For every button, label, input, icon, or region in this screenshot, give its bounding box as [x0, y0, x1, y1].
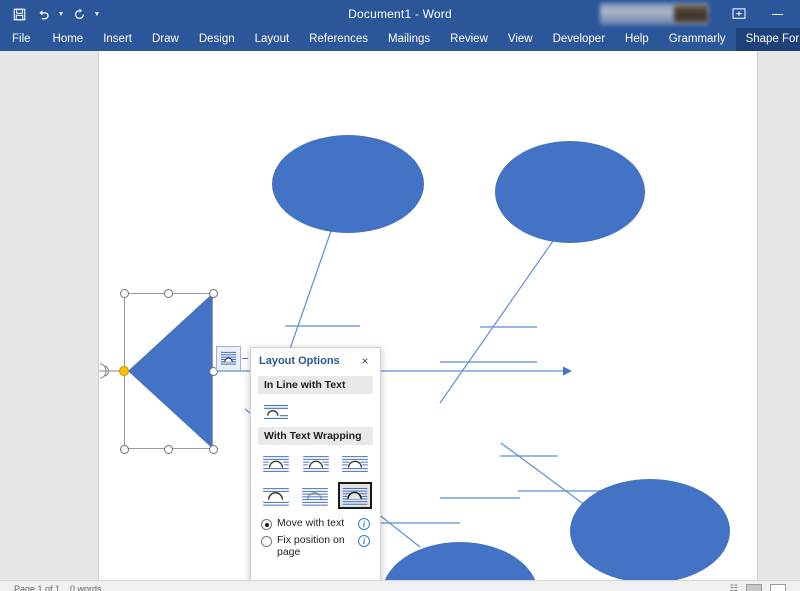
- behind-text-wrap-icon: [302, 487, 329, 506]
- tab-shape-format[interactable]: Shape Format: [735, 28, 800, 51]
- layout-options-panel: Layout Options × In Line with Text With …: [250, 347, 381, 591]
- wrap-option-in-line-with-text[interactable]: [259, 398, 293, 425]
- wrap-option-tight[interactable]: [298, 450, 333, 477]
- ellipse-top-left: [272, 135, 424, 233]
- info-icon-fix-position[interactable]: i: [358, 535, 370, 547]
- ribbon-options-glyph: [732, 8, 746, 19]
- option-fix-position-label: Fix position on page: [277, 534, 345, 558]
- wrap-row-inline: [251, 394, 380, 425]
- handle-bottom-right[interactable]: [208, 444, 218, 454]
- handle-bottom-center[interactable]: [164, 444, 173, 454]
- wrap-option-square[interactable]: [259, 450, 293, 477]
- tab-grammarly[interactable]: Grammarly: [659, 28, 736, 51]
- tab-mailings[interactable]: Mailings: [378, 28, 440, 51]
- handle-top-center[interactable]: [164, 288, 173, 298]
- spine-arrow-head: [563, 366, 572, 376]
- wrap-option-through[interactable]: [338, 450, 373, 477]
- account-avatar-blurred: [674, 5, 708, 23]
- print-layout-icon[interactable]: [746, 583, 762, 591]
- tab-review[interactable]: Review: [440, 28, 498, 51]
- tab-file[interactable]: File: [0, 28, 43, 51]
- shape-adjustment-handle[interactable]: [119, 366, 129, 376]
- tab-help[interactable]: Help: [615, 28, 659, 51]
- section-with-text-wrapping: With Text Wrapping: [258, 427, 373, 445]
- undo-icon[interactable]: [32, 3, 54, 25]
- redo-glyph: [74, 7, 84, 19]
- tab-design[interactable]: Design: [189, 28, 245, 51]
- option-fix-position-on-page[interactable]: Fix position on page i: [261, 534, 380, 558]
- handle-top-left[interactable]: [119, 288, 129, 298]
- through-wrap-icon: [342, 455, 369, 472]
- tab-layout[interactable]: Layout: [245, 28, 300, 51]
- tab-developer[interactable]: Developer: [543, 28, 615, 51]
- radio-move-with-text[interactable]: [261, 519, 272, 530]
- in-line-with-text-icon: [264, 404, 288, 419]
- info-icon-move-with-text[interactable]: i: [358, 518, 370, 530]
- tight-wrap-icon: [302, 455, 329, 472]
- customize-qat-icon[interactable]: ▼: [92, 3, 102, 25]
- redo-icon[interactable]: [68, 3, 90, 25]
- branch-upper-right: [439, 240, 554, 404]
- read-mode-icon[interactable]: ☷: [730, 583, 738, 591]
- handle-top-right[interactable]: [208, 288, 218, 298]
- square-wrap-icon: [262, 455, 289, 472]
- option-move-with-text-label: Move with text: [277, 517, 345, 529]
- section-in-line-with-text: In Line with Text: [258, 376, 373, 394]
- top-and-bottom-wrap-icon: [262, 487, 289, 506]
- tab-insert[interactable]: Insert: [93, 28, 142, 51]
- save-glyph: [13, 8, 25, 20]
- undo-glyph: [38, 9, 49, 19]
- minimize-icon[interactable]: [768, 5, 786, 23]
- document-workspace: Layout Options × In Line with Text With …: [0, 51, 800, 591]
- ribbon-display-options-icon[interactable]: [730, 5, 748, 23]
- tab-references[interactable]: References: [299, 28, 378, 51]
- ribbon-tab-bar: File Home Insert Draw Design Layout Refe…: [0, 28, 800, 51]
- tab-draw[interactable]: Draw: [142, 28, 189, 51]
- title-bar: Document1 - Word ▼ ▼: [0, 0, 800, 28]
- anchor-connector-dash: [242, 358, 248, 359]
- radio-fix-position-on-page[interactable]: [261, 536, 272, 547]
- save-icon[interactable]: [8, 3, 30, 25]
- wrap-option-behind-text[interactable]: [298, 482, 333, 509]
- layout-options-header: Layout Options ×: [251, 348, 380, 374]
- in-front-of-text-wrap-icon: [342, 488, 368, 505]
- web-layout-icon[interactable]: [770, 583, 786, 591]
- word-window: Document1 - Word ▼ ▼ File Home Insert Dr…: [0, 0, 800, 591]
- fishbone-diagram: [99, 135, 730, 591]
- close-icon[interactable]: ×: [358, 355, 372, 367]
- wrap-row-1: [251, 445, 380, 477]
- ellipse-bottom-right: [570, 479, 730, 583]
- status-left: Page 1 of 1 0 words: [14, 584, 102, 591]
- option-move-with-text[interactable]: Move with text i: [261, 517, 380, 530]
- quick-access-toolbar: ▼ ▼: [8, 0, 102, 28]
- status-right: ☷: [730, 583, 786, 591]
- ellipse-top-right: [495, 141, 645, 243]
- layout-options-anchor-button[interactable]: [216, 346, 241, 371]
- panel-title: Layout Options: [259, 355, 340, 367]
- tab-view[interactable]: View: [498, 28, 543, 51]
- wrap-option-top-and-bottom[interactable]: [259, 482, 293, 509]
- wrap-option-in-front-of-text[interactable]: [338, 482, 372, 509]
- tab-home[interactable]: Home: [43, 28, 94, 51]
- handle-bottom-left[interactable]: [119, 444, 129, 454]
- page-indicator[interactable]: Page 1 of 1: [14, 584, 60, 591]
- in-front-of-text-icon: [220, 351, 237, 365]
- shape-selection-frame: [124, 293, 213, 449]
- wrap-row-2: [251, 477, 380, 509]
- undo-dropdown-chevron-down-icon[interactable]: ▼: [56, 3, 66, 25]
- position-options: Move with text i Fix position on page i: [251, 509, 380, 558]
- status-bar: Page 1 of 1 0 words ☷: [0, 580, 800, 591]
- word-count[interactable]: 0 words: [70, 584, 102, 591]
